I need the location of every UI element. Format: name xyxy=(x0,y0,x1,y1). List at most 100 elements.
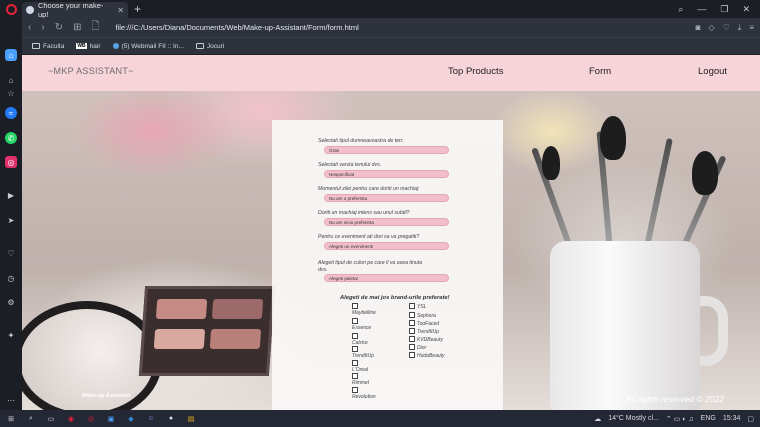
brand-checkbox[interactable] xyxy=(352,373,358,379)
settings-icon[interactable]: ⚙ xyxy=(5,296,17,308)
intensity-select[interactable]: Nu am nicio preferinta xyxy=(324,218,449,226)
restore-icon[interactable]: ❐ xyxy=(720,4,728,15)
brand-checkbox[interactable] xyxy=(409,352,415,358)
footer-copyright: All rights reserved © 2022 xyxy=(626,394,724,404)
notifications-icon[interactable]: ▢ xyxy=(747,415,754,423)
brand-checkbox[interactable] xyxy=(409,303,415,309)
opera-gx-icon[interactable]: ◎ xyxy=(86,414,96,424)
home-icon[interactable]: ⌂ xyxy=(5,74,17,86)
word-icon[interactable]: ▣ xyxy=(106,414,116,424)
new-tab-button[interactable]: + xyxy=(134,2,141,16)
speed-dial-icon[interactable]: ⌂ xyxy=(5,49,17,61)
brand-checkbox[interactable] xyxy=(352,318,358,324)
bookmark-webmail[interactable]: (5) Webmail FII :: In... xyxy=(112,42,184,50)
bookmark-faculta[interactable]: Faculta xyxy=(32,43,64,50)
brand-label: TrendItUp xyxy=(352,353,374,359)
time-of-day-select[interactable]: Nu am o preferinta xyxy=(324,194,449,202)
brand-checkbox[interactable] xyxy=(409,328,415,334)
page-info-icon[interactable]: 🗋 xyxy=(91,19,99,36)
download-icon[interactable]: ⤓ xyxy=(738,23,742,33)
skin-type-select[interactable]: Gras xyxy=(324,146,449,154)
shield-icon[interactable]: ◇ xyxy=(708,23,714,33)
brand-checkbox[interactable] xyxy=(409,344,415,350)
weather-text[interactable]: 14°C Mostly cl... xyxy=(608,415,659,422)
browser-tab[interactable]: Choose your make-up! ✕ xyxy=(22,1,128,19)
bulb-icon[interactable]: ✦ xyxy=(5,329,17,341)
brand-checkbox[interactable] xyxy=(409,336,415,342)
search-icon[interactable]: ⌕ xyxy=(26,414,36,424)
web-page: ~MKP ASSISTANT~ Top Products Form Logout… xyxy=(22,55,760,410)
send-icon[interactable]: ➤ xyxy=(5,214,17,226)
brand-label: KVDBeauty xyxy=(417,337,443,343)
heart-icon[interactable]: ♡ xyxy=(5,247,17,259)
player-icon[interactable]: ▶ xyxy=(5,189,17,201)
messenger-icon[interactable]: ≈ xyxy=(5,107,17,119)
brand-checkbox[interactable] xyxy=(352,346,358,352)
nav-logout[interactable]: Logout xyxy=(698,66,727,77)
palette-image xyxy=(138,286,276,376)
star-icon[interactable]: ☆ xyxy=(5,87,17,99)
clock[interactable]: 15:34 xyxy=(723,415,741,422)
brand-checkbox[interactable] xyxy=(352,360,358,366)
tabs-grid-icon[interactable]: ⊞ xyxy=(73,22,81,33)
brand-label: Essence xyxy=(352,325,372,331)
nav-top-products[interactable]: Top Products xyxy=(448,66,503,77)
brand-label: Dior xyxy=(417,345,427,351)
brand-label: YSL xyxy=(417,304,427,310)
nav-form[interactable]: Form xyxy=(589,66,611,77)
event-select[interactable]: Alegeti un eveniment! xyxy=(324,242,449,250)
brand-checkbox[interactable] xyxy=(352,333,358,339)
more-icon[interactable]: ⋯ xyxy=(5,394,17,406)
skin-age-select[interactable]: Nespecificat xyxy=(324,170,449,178)
close-window-icon[interactable]: ✕ xyxy=(742,4,750,15)
bookmark-label: (5) Webmail FII :: In... xyxy=(121,42,184,50)
language-indicator[interactable]: ENG xyxy=(701,415,716,422)
task-view-icon[interactable]: ▭ xyxy=(46,414,56,424)
bookmark-jocuri[interactable]: Jocuri xyxy=(195,42,225,50)
brand-checkbox[interactable] xyxy=(409,320,415,326)
wb-icon: WB xyxy=(76,43,87,49)
minimize-icon[interactable]: — xyxy=(697,4,706,15)
browser-tab-bar: Choose your make-up! ✕ + ⌕ — ❐ ✕ xyxy=(0,0,760,19)
brand-checkbox[interactable] xyxy=(352,303,358,309)
bookmark-label: Jocuri xyxy=(206,42,225,50)
brand-checkbox[interactable] xyxy=(409,312,415,318)
intensity-label: Doriti un machiaj intens sau unul subtil… xyxy=(318,210,410,216)
search-tabs-icon[interactable]: ⌕ xyxy=(678,4,683,15)
reload-icon[interactable]: ↻ xyxy=(55,22,63,33)
brand-label: HudaBeauty xyxy=(417,353,445,359)
bookmark-hair[interactable]: WB hair xyxy=(76,43,101,50)
explorer-icon[interactable]: ▤ xyxy=(186,414,196,424)
brand-checkbox[interactable] xyxy=(352,387,358,393)
tab-title: Choose your make-up! xyxy=(37,1,104,19)
tab-favicon-icon xyxy=(26,6,34,14)
history-icon[interactable]: ◷ xyxy=(5,272,17,284)
palette-select[interactable]: Alegeti paleta! xyxy=(324,274,449,282)
back-icon[interactable]: ‹ xyxy=(28,22,31,33)
discord-icon[interactable]: ☺ xyxy=(146,414,156,424)
opera-logo-icon[interactable] xyxy=(0,0,22,18)
brand-label: Rimmel xyxy=(352,380,369,386)
instagram-icon[interactable]: ◎ xyxy=(5,156,17,168)
heart-icon[interactable]: ♡ xyxy=(723,23,730,33)
brush-head-image xyxy=(692,151,718,195)
vscode-icon[interactable]: ◆ xyxy=(126,414,136,424)
tray-icons[interactable]: ⌃ ▭ ◐ ♫ xyxy=(666,415,694,423)
whatsapp-icon[interactable]: ✆ xyxy=(5,132,17,144)
github-icon[interactable]: ● xyxy=(166,414,176,424)
opera-sidebar: ⌂ ⌂ ☆ ≈ ✆ ◎ ▶ ➤ ♡ ◷ ⚙ ✦ ⋯ xyxy=(0,18,22,410)
url-field[interactable]: file:///C:/Users/Diana/Documents/Web/Mak… xyxy=(116,23,359,32)
camera-icon[interactable]: ◙ xyxy=(696,23,701,33)
easy-setup-icon[interactable]: ≡ xyxy=(749,23,754,33)
skin-age-label: Selectati varsta tenului dvs. xyxy=(318,162,382,168)
brush-head-image xyxy=(600,116,626,160)
forward-icon[interactable]: › xyxy=(41,22,44,33)
windows-start-icon[interactable]: ⊞ xyxy=(6,414,16,424)
skin-type-label: Selectati tipul dumneavoastra de ten: xyxy=(318,138,404,144)
tab-close-icon[interactable]: ✕ xyxy=(117,6,124,15)
preferences-form: Selectati tipul dumneavoastra de ten: Gr… xyxy=(272,120,503,410)
palette-pan xyxy=(155,299,208,319)
site-brand[interactable]: ~MKP ASSISTANT~ xyxy=(48,66,134,76)
event-label: Pentru ce eveniment ati dori sa va prega… xyxy=(318,234,420,240)
opera-taskbar-icon[interactable]: ◉ xyxy=(66,414,76,424)
